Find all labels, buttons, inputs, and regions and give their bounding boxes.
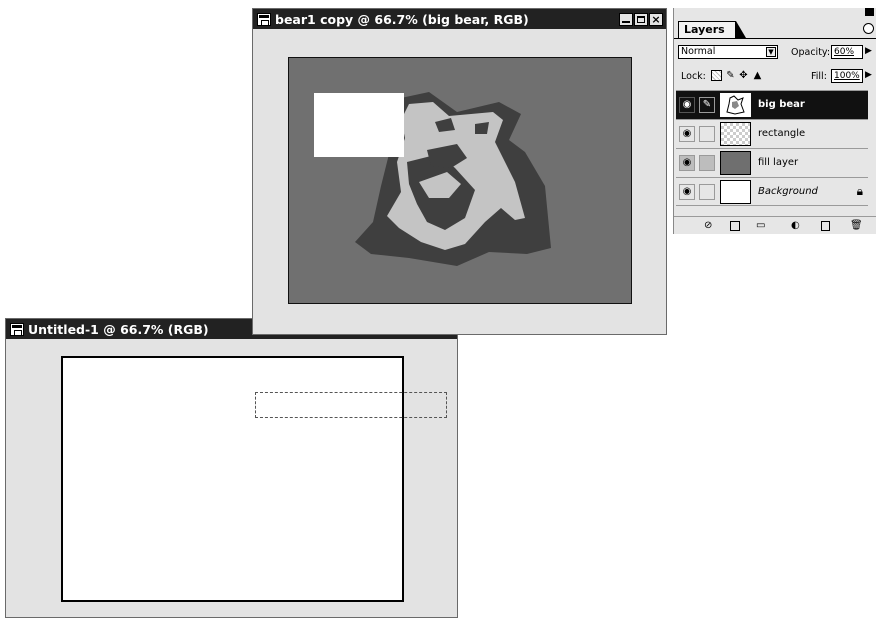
new-layer-icon[interactable]: [821, 221, 830, 231]
lock-paint-icon[interactable]: ✎: [725, 70, 736, 81]
layer-thumbnail: [720, 122, 751, 146]
tab-divider: [674, 38, 876, 39]
lock-transparency-icon[interactable]: [711, 70, 722, 81]
layer-row-fill-layer[interactable]: ◉ fill layer: [676, 148, 868, 177]
layer-name: big bear: [758, 99, 805, 110]
opacity-label: Opacity:: [791, 47, 831, 58]
maximize-button[interactable]: [634, 12, 648, 26]
lock-icon: 🔒︎: [856, 184, 863, 198]
chevron-down-icon[interactable]: ▼: [766, 47, 776, 57]
palette-close-icon[interactable]: [865, 8, 874, 16]
untitled-window-title: Untitled-1 @ 66.7% (RGB): [28, 321, 209, 337]
bear-titlebar[interactable]: bear1 copy @ 66.7% (big bear, RGB) ×: [253, 9, 666, 29]
minimize-button[interactable]: [619, 12, 633, 26]
eye-icon[interactable]: ◉: [679, 97, 695, 113]
layer-name: Background: [758, 186, 818, 197]
selection-marquee: [255, 392, 447, 418]
link-cell[interactable]: [699, 184, 715, 200]
opacity-field[interactable]: 60%: [831, 45, 863, 59]
fill-field[interactable]: 100%: [831, 69, 863, 83]
document-icon: [257, 12, 271, 26]
layer-thumbnail: [720, 93, 751, 117]
fill-slider-arrow-icon[interactable]: ▶: [865, 70, 872, 80]
layer-row-big-bear[interactable]: ◉ ✎ big bear: [676, 90, 868, 119]
bear-thumbnail-icon: [726, 95, 745, 115]
opacity-slider-arrow-icon[interactable]: ▶: [865, 46, 872, 56]
document-icon: [10, 322, 24, 336]
palette-menu-icon[interactable]: [863, 23, 874, 34]
layer-row-background[interactable]: ◉ Background 🔒︎: [676, 177, 868, 206]
eye-icon[interactable]: ◉: [679, 184, 695, 200]
layer-effects-icon[interactable]: ⊘: [704, 220, 712, 231]
bear-eye-right: [475, 122, 489, 134]
blend-mode-select[interactable]: Normal ▼: [678, 45, 778, 59]
palette-titlebar[interactable]: [674, 8, 876, 17]
adjustment-layer-icon[interactable]: ◐: [791, 220, 800, 231]
lock-move-icon[interactable]: ✥: [738, 70, 749, 81]
bear-document-window[interactable]: bear1 copy @ 66.7% (big bear, RGB) ×: [252, 8, 667, 335]
tab-layers[interactable]: Layers: [678, 21, 736, 38]
palette-footer: ⊘ ▭ ◐ 🗑︎: [674, 216, 876, 235]
close-button[interactable]: ×: [649, 12, 663, 26]
layer-list: ◉ ✎ big bear ◉ rectangle ◉ fill layer ◉: [676, 90, 868, 206]
bear-artwork: [314, 92, 551, 266]
lock-label: Lock:: [681, 71, 706, 82]
layer-thumbnail: [720, 180, 751, 204]
link-cell[interactable]: [699, 155, 715, 171]
add-mask-icon[interactable]: [730, 221, 740, 231]
link-cell[interactable]: [699, 126, 715, 142]
window-controls: ×: [619, 12, 663, 26]
new-set-icon[interactable]: ▭: [756, 220, 765, 231]
trash-icon[interactable]: 🗑︎: [850, 220, 863, 231]
lock-all-icon[interactable]: ▲: [752, 70, 763, 81]
layers-palette: Layers Normal ▼ Opacity: 60% ▶ Lock: ✎ ✥…: [673, 8, 876, 234]
layer-name: fill layer: [758, 157, 799, 168]
eye-icon[interactable]: ◉: [679, 126, 695, 142]
paintbrush-icon[interactable]: ✎: [699, 97, 715, 113]
layer-row-rectangle[interactable]: ◉ rectangle: [676, 119, 868, 148]
blend-mode-value: Normal: [681, 46, 716, 57]
bear-window-title: bear1 copy @ 66.7% (big bear, RGB): [275, 11, 529, 27]
untitled-document-window[interactable]: Untitled-1 @ 66.7% (RGB): [5, 318, 458, 618]
layer-name: rectangle: [758, 128, 806, 139]
layer-thumbnail: [720, 151, 751, 175]
white-rectangle-layer: [314, 93, 404, 157]
bear-canvas[interactable]: [288, 57, 632, 304]
fill-label: Fill:: [811, 71, 827, 82]
tab-edge: [736, 21, 746, 38]
eye-icon[interactable]: ◉: [679, 155, 695, 171]
